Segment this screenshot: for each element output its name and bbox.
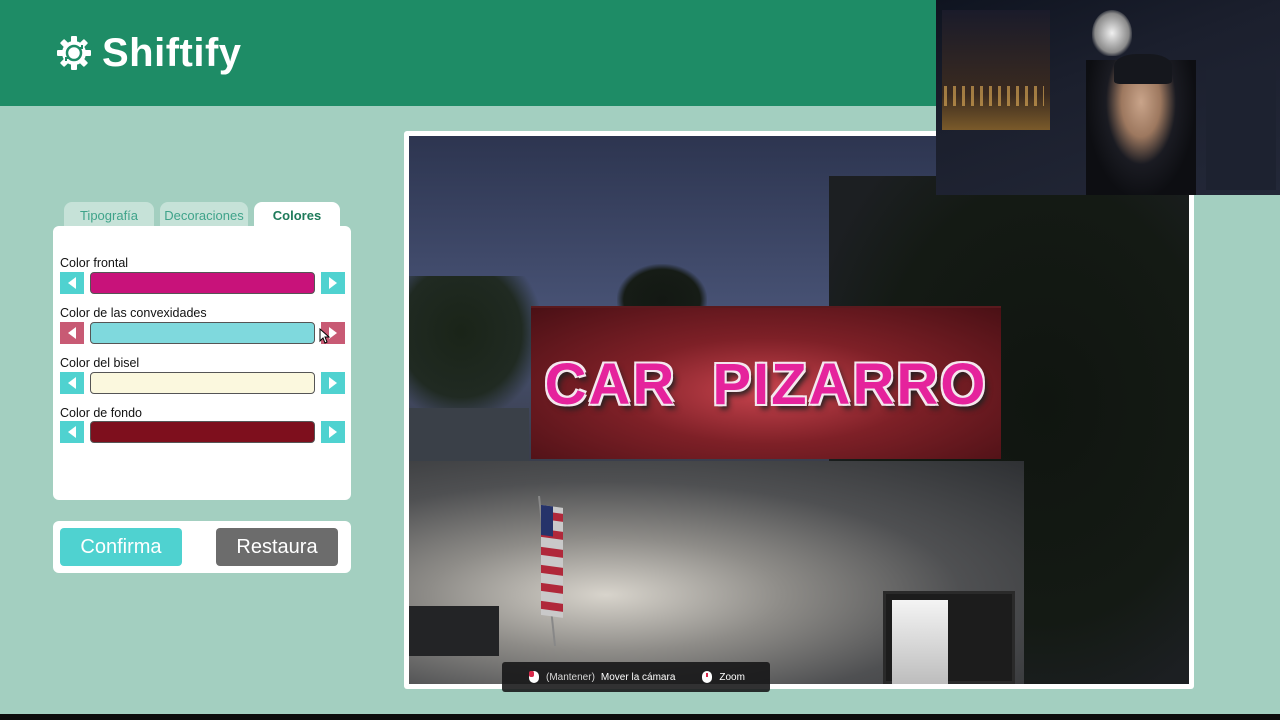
arrow-left-icon [68,327,76,339]
confirm-button[interactable]: Confirma [60,528,182,566]
arrow-right-icon [329,426,337,438]
control-hints: (Mantener) Mover la cámara Zoom [502,662,770,692]
front-color-next-button[interactable] [321,272,345,294]
arrow-right-icon [329,277,337,289]
webcam-statue [1092,10,1132,56]
shelf [409,606,499,656]
app-logo: Shiftify [56,30,242,76]
preview-viewport[interactable]: CAR PIZARRO [404,131,1194,689]
background-color-next-button[interactable] [321,421,345,443]
bevel-color-next-button[interactable] [321,372,345,394]
colors-panel: Color frontal Color de las convexidades … [53,226,351,500]
window-glass [892,600,948,684]
front-color-prev-button[interactable] [60,272,84,294]
bevel-color-prev-button[interactable] [60,372,84,394]
webcam-overlay [936,0,1280,195]
scroll-wheel-icon [702,671,713,683]
front-color-label: Color frontal [60,256,129,270]
arrow-left-icon [68,377,76,389]
convexity-color-prev-button[interactable] [60,322,84,344]
editor-tabs: Tipografía Decoraciones Colores [64,202,340,228]
bevel-color-label: Color del bisel [60,356,140,370]
sign-word-1: CAR [544,352,677,417]
bevel-color-swatch[interactable] [90,372,315,394]
action-panel: Confirma Restaura [53,521,351,573]
building-window [883,591,1015,684]
webcam-shelf [1206,70,1276,190]
mouse-icon [529,671,539,683]
us-flag-icon [538,496,563,646]
gear-refresh-icon [57,36,91,70]
background-color-label: Color de fondo [60,406,143,420]
wall-ledge [409,408,529,463]
convexity-color-label: Color de las convexidades [60,306,207,320]
move-camera-hint: Mover la cámara [600,671,676,683]
zoom-hint: Zoom [719,671,745,683]
front-color-swatch[interactable] [90,272,315,294]
webcam-city-lights [944,86,1044,106]
mouse-cursor-icon [319,328,331,344]
sign-text: CAR PIZARRO [531,308,1001,461]
preview-scene[interactable]: CAR PIZARRO [409,136,1189,684]
restore-button[interactable]: Restaura [216,528,338,566]
hold-key-hint: (Mantener) [546,671,595,683]
arrow-left-icon [68,277,76,289]
tab-typography[interactable]: Tipografía [64,202,154,228]
arrow-left-icon [68,426,76,438]
arrow-right-icon [329,377,337,389]
convexity-color-swatch[interactable] [90,322,315,344]
sign-board: CAR PIZARRO [531,306,1001,459]
sign-word-2: PIZARRO [712,352,988,417]
tab-colors[interactable]: Colores [254,202,340,228]
background-color-swatch[interactable] [90,421,315,443]
webcam-person-hair [1114,54,1172,84]
webcam-window-view [942,10,1050,130]
background-color-prev-button[interactable] [60,421,84,443]
tab-decorations[interactable]: Decoraciones [160,202,248,228]
brand-name: Shiftify [102,30,242,75]
trees-left [409,276,539,416]
bottom-bar [0,714,1280,720]
